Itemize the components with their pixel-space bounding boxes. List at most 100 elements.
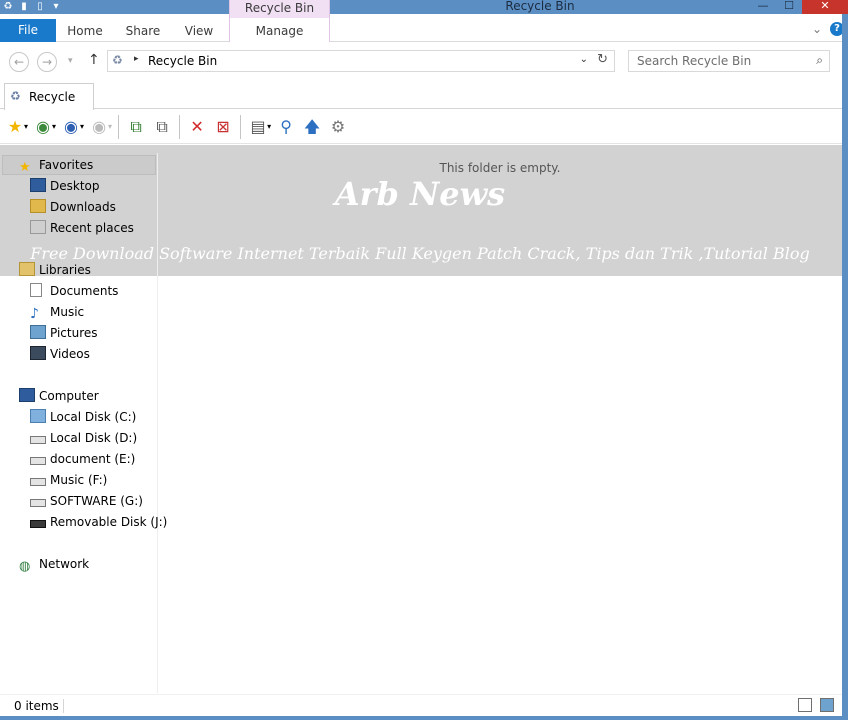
nav-music[interactable]: ♪ Music [30, 302, 84, 322]
removable-disk-icon [30, 520, 46, 528]
title-bar: ♻ ▮ ▯ ▾ Recycle Bin — ☐ ✕ [0, 0, 848, 14]
hard-drive-icon [30, 457, 46, 465]
network-globe-icon: ◍ [19, 559, 31, 574]
forward-button[interactable]: → [37, 52, 57, 72]
tab-view[interactable]: View [178, 18, 220, 42]
window-title: Recycle Bin [505, 0, 575, 13]
up-arrow-icon[interactable]: 🡅 [301, 116, 323, 138]
nav-drive-c[interactable]: Local Disk (C:) [30, 407, 136, 427]
nav-drive-f[interactable]: Music (F:) [30, 470, 107, 490]
favorites-star-icon[interactable]: ★ [4, 116, 26, 138]
watermark-title: Arb News [334, 175, 506, 213]
new-folder-icon[interactable]: ▯ [34, 1, 46, 13]
videos-icon [30, 346, 46, 360]
properties-icon[interactable]: ▮ [18, 1, 30, 13]
refresh-icon[interactable]: ↻ [597, 52, 608, 67]
nav-label: Pictures [50, 326, 98, 340]
breadcrumb[interactable]: Recycle Bin [148, 51, 217, 71]
tab-home[interactable]: Home [62, 18, 108, 42]
address-row: ← → ▾ ↑ ♻ ▸ Recycle Bin ⌄ ↻ Search Recyc… [0, 43, 848, 79]
nav-videos[interactable]: Videos [30, 344, 90, 364]
explorer-window: ♻ ▮ ▯ ▾ Recycle Bin — ☐ ✕ Recycle Bin To… [0, 0, 848, 720]
tab-file[interactable]: File [0, 19, 56, 42]
nav-drive-e[interactable]: document (E:) [30, 449, 135, 469]
maximize-button[interactable]: ☐ [776, 0, 802, 14]
dropdown-icon[interactable]: ▾ [52, 122, 56, 131]
nav-pictures[interactable]: Pictures [30, 323, 98, 343]
large-icons-view-icon[interactable] [820, 698, 834, 712]
search-placeholder: Search Recycle Bin [637, 54, 752, 68]
nav-desktop[interactable]: Desktop [30, 176, 100, 196]
dropdown-icon[interactable]: ▾ [80, 122, 84, 131]
up-button[interactable]: ↑ [88, 52, 100, 68]
nav-favorites[interactable]: ★ Favorites [19, 155, 93, 175]
view-options-icon[interactable]: ▤ [247, 116, 269, 138]
dropdown-icon[interactable]: ▾ [267, 122, 271, 131]
nav-label: Network [39, 557, 90, 571]
hard-drive-icon [30, 436, 46, 444]
item-count: 0 items [14, 699, 59, 713]
empty-recycle-bin-icon[interactable]: ⊠ [212, 116, 234, 138]
hard-drive-icon [30, 499, 46, 507]
breadcrumb-arrow-icon[interactable]: ▸ [134, 54, 139, 64]
tab-share[interactable]: Share [120, 18, 166, 42]
dropdown-icon: ▾ [108, 122, 113, 131]
pictures-icon [30, 325, 46, 339]
nav-label: Downloads [50, 200, 116, 214]
nav-label: Recent places [50, 221, 134, 235]
expand-ribbon-icon[interactable]: ⌄ [812, 22, 822, 36]
nav-computer[interactable]: Computer [19, 386, 99, 406]
search-icon[interactable]: ⌕ [816, 53, 823, 68]
tab-recycle-bin[interactable]: ♻ Recycle Bin [4, 83, 94, 131]
nav-label: Local Disk (C:) [50, 410, 137, 424]
contextual-tab-label: Recycle Bin Tools [244, 1, 315, 31]
nav-downloads[interactable]: Downloads [30, 197, 116, 217]
delete-icon[interactable]: ✕ [186, 116, 208, 138]
recycle-bin-icon[interactable]: ♻ [2, 1, 14, 13]
toolbar-separator [118, 114, 120, 139]
nav-documents[interactable]: Documents [30, 281, 118, 301]
nav-recent-places[interactable]: Recent places [30, 218, 134, 238]
downloads-folder-icon [30, 199, 46, 213]
browser-globe-icon[interactable]: ◉ [32, 116, 54, 138]
nav-label: Music (F:) [50, 473, 108, 487]
back-button[interactable]: ← [9, 52, 29, 72]
move-to-icon[interactable]: ⧉ [125, 116, 147, 138]
toolbar-separator [240, 114, 242, 139]
recent-locations-icon[interactable]: ▾ [68, 56, 73, 66]
internet-explorer-icon[interactable]: ◉ [60, 116, 82, 138]
desktop-icon [30, 178, 46, 192]
address-dropdown-icon[interactable]: ⌄ [580, 54, 588, 65]
details-view-icon[interactable] [798, 698, 812, 712]
windows-drive-icon [30, 409, 46, 423]
nav-label: Videos [50, 347, 90, 361]
nav-label: document (E:) [50, 452, 136, 466]
nav-drive-d[interactable]: Local Disk (D:) [30, 428, 137, 448]
nav-drive-j[interactable]: Removable Disk (J:) [30, 512, 167, 532]
minimize-button[interactable]: — [750, 0, 776, 14]
ribbon-right-controls: ⌄ ? [812, 22, 844, 36]
search-field[interactable]: Search Recycle Bin ⌕ [628, 50, 830, 72]
nav-label: Favorites [39, 158, 94, 172]
nav-label: Music [50, 305, 85, 319]
pin-icon[interactable]: ⚲ [275, 116, 297, 138]
nav-network[interactable]: ◍ Network [19, 554, 89, 574]
status-separator [63, 699, 64, 713]
quick-access-toolbar: ♻ ▮ ▯ ▾ [0, 0, 62, 14]
computer-icon [19, 388, 35, 402]
tab-manage[interactable]: Manage [229, 18, 330, 42]
qat-dropdown-icon[interactable]: ▾ [50, 1, 62, 13]
view-switcher [798, 698, 834, 712]
nav-label: Removable Disk (J:) [50, 515, 168, 529]
settings-gear-icon[interactable]: ⚙ [327, 116, 349, 138]
dropdown-icon[interactable]: ▾ [24, 122, 28, 131]
toolbar-separator [179, 114, 181, 139]
recycle-bin-icon: ♻ [10, 89, 21, 103]
nav-drive-g[interactable]: SOFTWARE (G:) [30, 491, 143, 511]
copy-to-icon[interactable]: ⧉ [151, 116, 173, 138]
music-note-icon: ♪ [30, 306, 39, 322]
status-bar: 0 items [0, 694, 842, 716]
close-button[interactable]: ✕ [802, 0, 848, 14]
watermark-subtitle: Free Download Software Internet Terbaik … [30, 244, 810, 263]
address-bar[interactable]: ♻ ▸ Recycle Bin ⌄ ↻ [107, 50, 615, 72]
